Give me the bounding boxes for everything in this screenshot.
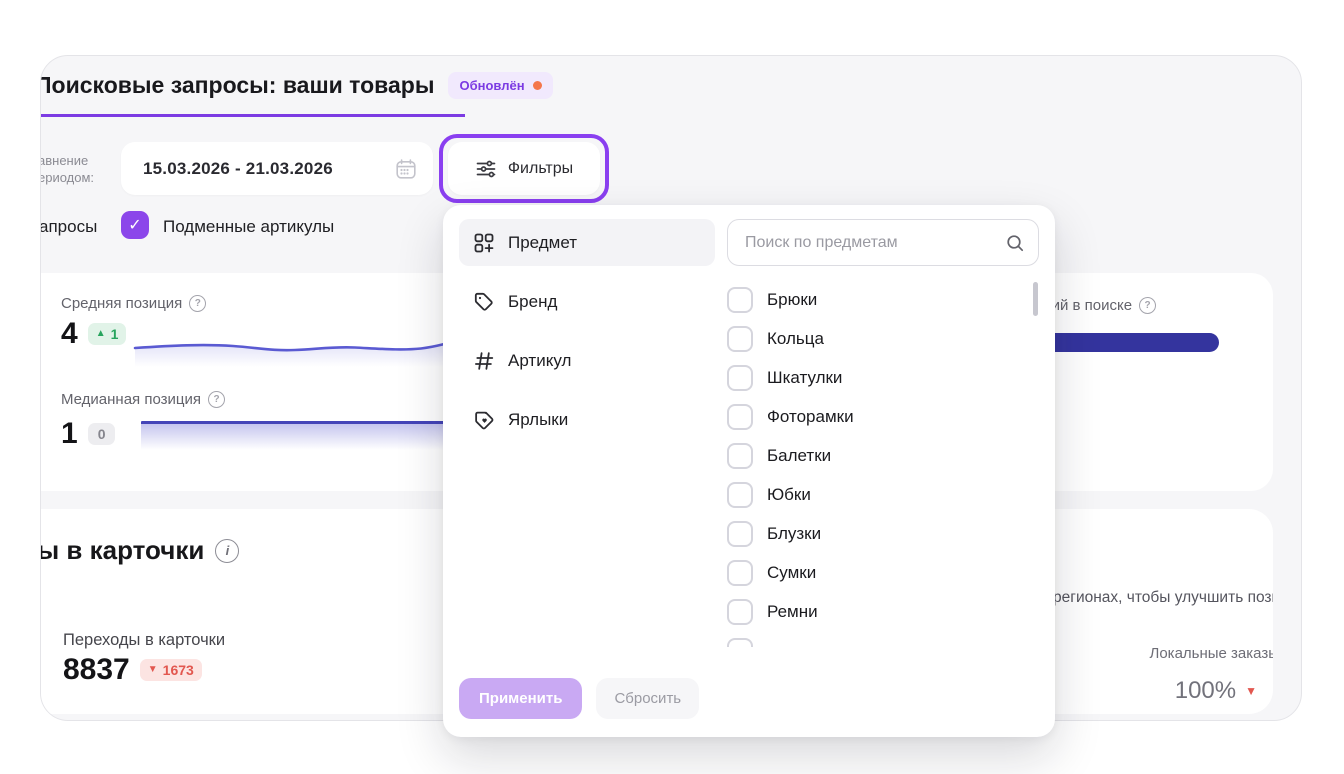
filter-nav-brand[interactable]: Бренд [459, 278, 715, 325]
page-title: Поисковые запросы: ваши товары Обновлён [40, 72, 553, 99]
filters-button-label: Фильтры [508, 160, 573, 178]
help-icon[interactable]: ? [208, 391, 225, 408]
updated-badge-label: Обновлён [459, 78, 524, 93]
checkbox-unchecked[interactable] [727, 365, 753, 391]
date-range-picker[interactable]: 15.03.2026 - 21.03.2026 [121, 142, 433, 195]
sliders-icon [475, 158, 497, 180]
regions-hint-fragment: х регионах, чтобы улучшить пози [1041, 589, 1273, 607]
local-orders-value-row: 100% ▼ [1175, 677, 1257, 705]
help-icon[interactable]: ? [1139, 297, 1156, 314]
transitions-label: Переходы в карточки [63, 631, 225, 650]
hash-icon [473, 350, 495, 372]
tag-icon [473, 291, 495, 313]
subject-search-box[interactable] [727, 219, 1039, 266]
filter-nav-label: Предмет [508, 233, 577, 253]
help-icon[interactable]: ? [189, 295, 206, 312]
calendar-icon[interactable] [394, 157, 418, 181]
subject-option[interactable]: Балетки [727, 436, 1039, 475]
avg-position-sparkline [133, 329, 479, 367]
subject-option[interactable]: Фоторамки [727, 397, 1039, 436]
filter-content: Брюки Кольца Шкатулки Фоторамки Балетки … [727, 219, 1039, 723]
avg-position-value-row: 4 ▲ 1 [61, 319, 126, 349]
updated-badge: Обновлён [448, 72, 552, 99]
subject-list: Брюки Кольца Шкатулки Фоторамки Балетки … [727, 280, 1039, 647]
filters-dropdown-panel: Предмет Бренд Артикул [443, 205, 1055, 737]
filter-panel-footer: Применить Сбросить [459, 678, 699, 719]
search-icon[interactable] [1005, 233, 1025, 253]
subject-option[interactable]: Шкатулки [727, 358, 1039, 397]
reset-button[interactable]: Сбросить [596, 678, 699, 719]
subject-option[interactable]: Сумки [727, 553, 1039, 592]
checkbox-unchecked[interactable] [727, 638, 753, 648]
arrow-up-icon: ▲ [96, 329, 106, 339]
subject-option[interactable]: Кольца [727, 319, 1039, 358]
compare-period-label: авнение ериодом: [40, 152, 94, 186]
checkbox-unchecked[interactable] [727, 599, 753, 625]
category-icon [473, 232, 495, 254]
subject-search-input[interactable] [743, 233, 997, 253]
filter-nav-label: Ярлыки [508, 410, 568, 430]
page-title-text: Поисковые запросы: ваши товары [40, 72, 434, 99]
scrollbar-thumb[interactable] [1033, 282, 1038, 316]
avg-position-label: Средняя позиция ? [61, 295, 206, 312]
transitions-value-row: 8837 ▼ 1673 [63, 655, 202, 685]
median-position-label: Медианная позиция ? [61, 391, 225, 408]
apply-button[interactable]: Применить [459, 678, 582, 719]
active-tab-underline [41, 114, 465, 117]
median-position-sparkline [141, 421, 477, 450]
info-icon[interactable]: i [215, 539, 239, 563]
filter-nav-label: Бренд [508, 292, 557, 312]
median-position-value: 1 [61, 419, 78, 449]
card-transitions-heading: ы в карточки i [41, 535, 239, 566]
transitions-delta-badge: ▼ 1673 [140, 659, 202, 681]
date-range-value: 15.03.2026 - 21.03.2026 [143, 159, 394, 179]
checkbox-unchecked[interactable] [727, 482, 753, 508]
subject-option[interactable]: Блузки [727, 514, 1039, 553]
checkbox-unchecked[interactable] [727, 521, 753, 547]
subject-option[interactable]: Ремни [727, 592, 1039, 631]
filter-nav-labels[interactable]: Ярлыки [459, 396, 715, 443]
label-heart-icon [473, 409, 495, 431]
local-orders-value: 100% [1175, 677, 1236, 705]
queries-tab-fragment[interactable]: апросы [40, 217, 97, 237]
median-position-value-row: 1 0 [61, 419, 115, 449]
subject-option[interactable]: Юбки [727, 475, 1039, 514]
local-orders-label: Локальные заказы [1149, 645, 1273, 662]
substituted-label: Подменные артикулы [163, 217, 334, 237]
updated-dot-icon [533, 81, 542, 90]
search-positions-label-fragment: ций в поиске ? [1043, 297, 1156, 314]
checkbox-unchecked[interactable] [727, 326, 753, 352]
filters-button[interactable]: Фильтры [448, 142, 600, 195]
filter-nav: Предмет Бренд Артикул [459, 219, 715, 723]
arrow-down-icon: ▼ [148, 665, 158, 675]
substituted-checkbox-checked[interactable]: ✓ [121, 211, 149, 239]
filter-nav-label: Артикул [508, 351, 571, 371]
subject-option[interactable]: Брюки [727, 280, 1039, 319]
filter-nav-article[interactable]: Артикул [459, 337, 715, 384]
avg-position-delta-badge: ▲ 1 [88, 323, 127, 345]
checkbox-unchecked[interactable] [727, 404, 753, 430]
median-position-delta-badge: 0 [88, 423, 116, 445]
checkbox-unchecked[interactable] [727, 287, 753, 313]
checkbox-unchecked[interactable] [727, 560, 753, 586]
transitions-value: 8837 [63, 655, 130, 685]
avg-position-value: 4 [61, 319, 78, 349]
filter-nav-subject[interactable]: Предмет [459, 219, 715, 266]
checkbox-unchecked[interactable] [727, 443, 753, 469]
arrow-down-icon: ▼ [1245, 684, 1257, 698]
subject-option-partial[interactable] [727, 631, 1039, 647]
